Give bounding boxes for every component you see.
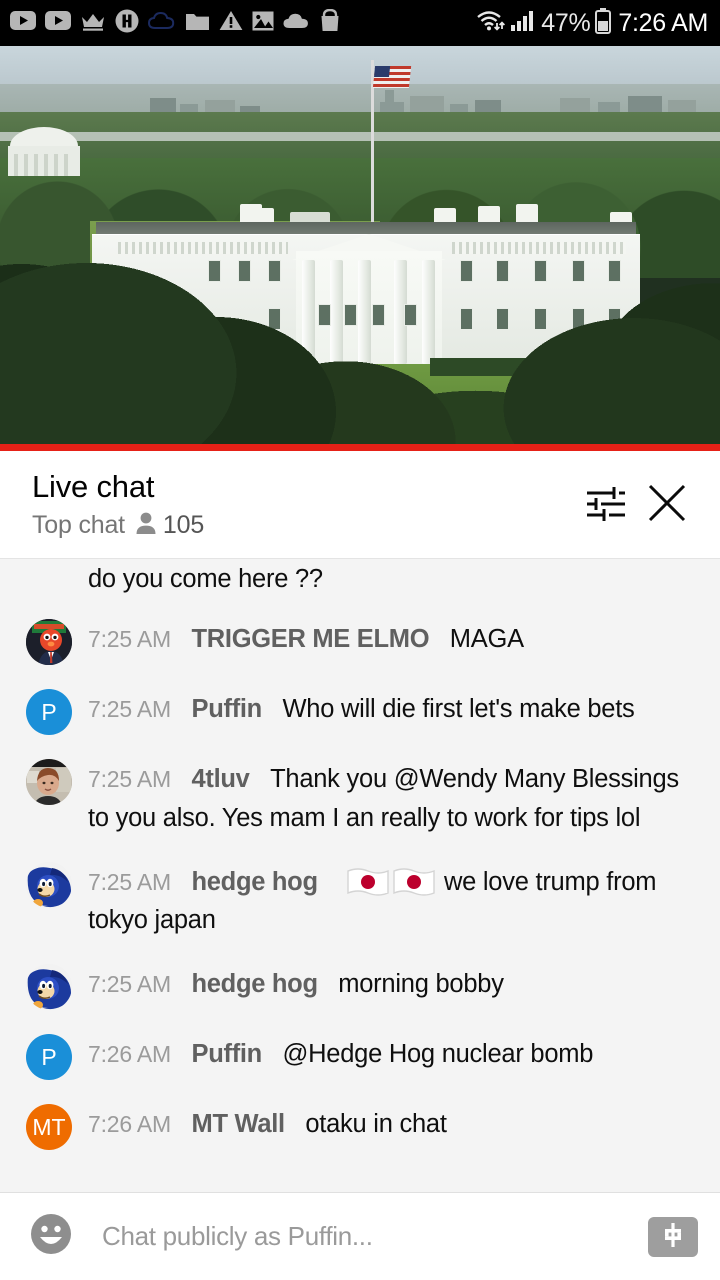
avatar[interactable] xyxy=(26,759,72,805)
crown-icon xyxy=(80,10,106,37)
japan-flag-emoji xyxy=(392,867,436,897)
video-player[interactable] xyxy=(0,46,720,451)
chat-message-author[interactable]: hedge hog xyxy=(192,868,319,896)
close-chat-button[interactable] xyxy=(636,474,698,536)
chat-message[interactable]: 7:25 AM hedge hog we love trump from tok… xyxy=(0,850,720,953)
chat-message-timestamp: 7:25 AM xyxy=(88,971,171,997)
live-chat-subheader: Top chat 105 xyxy=(32,511,574,540)
viewer-count-group: 105 xyxy=(135,511,204,540)
chat-settings-icon xyxy=(584,483,626,526)
viewer-count: 105 xyxy=(162,510,205,539)
android-status-bar: 47% 7:26 AM xyxy=(0,0,720,46)
chat-settings-button[interactable] xyxy=(574,474,636,536)
cloud-outline-icon xyxy=(147,11,176,36)
status-bar-clock: 7:26 AM xyxy=(618,8,708,37)
avatar[interactable]: MT xyxy=(26,1104,72,1150)
close-icon xyxy=(645,481,689,528)
cloud-filled-icon xyxy=(283,12,311,34)
chat-message-body: do you come here ?? xyxy=(88,559,702,599)
chat-message-author[interactable]: Puffin xyxy=(192,695,263,723)
youtube-icon xyxy=(45,11,71,35)
avatar-initials: P xyxy=(41,1043,57,1070)
chat-message-text: @Hedge Hog nuclear bomb xyxy=(282,1040,594,1068)
youtube-live-chat-screen: 47% 7:26 AM Live chat Top chat 105 do yo… xyxy=(0,0,720,1280)
chat-message-text: Thank you @Wendy Many Blessings to you a… xyxy=(88,765,679,832)
chat-message-timestamp: 7:26 AM xyxy=(88,1041,171,1067)
messenger-icon xyxy=(115,9,139,38)
battery-percent-label: 47% xyxy=(541,8,591,37)
photo-icon xyxy=(252,11,274,36)
avatar[interactable]: P xyxy=(26,689,72,735)
chat-message-author[interactable]: hedge hog xyxy=(192,970,319,998)
live-chat-header: Live chat Top chat 105 xyxy=(0,451,720,559)
japan-flag-emoji xyxy=(346,867,390,897)
chat-message-author[interactable]: Puffin xyxy=(192,1040,263,1068)
person-icon xyxy=(135,511,157,540)
balustrade xyxy=(118,242,288,254)
chat-message-text: morning bobby xyxy=(338,970,504,998)
chat-message-body: 7:25 AM TRIGGER ME ELMO MAGA xyxy=(88,619,702,659)
chat-message[interactable]: 7:25 AM 4tluv Thank you @Wendy Many Bles… xyxy=(0,747,720,850)
chat-message-author[interactable]: TRIGGER ME ELMO xyxy=(192,625,430,653)
video-progress-bar[interactable] xyxy=(0,444,720,451)
live-chat-header-titles: Live chat Top chat 105 xyxy=(32,469,574,540)
chat-message-body: 7:26 AM Puffin @Hedge Hog nuclear bomb xyxy=(88,1034,702,1074)
avatar[interactable] xyxy=(26,861,72,908)
chat-mode-label[interactable]: Top chat xyxy=(32,511,125,540)
chat-message-body: 7:25 AM hedge hog we love trump from tok… xyxy=(88,862,702,941)
folder-icon xyxy=(185,11,210,36)
live-chat-message-list[interactable]: do you come here ?? 7:25 AM TRIGGER ME E… xyxy=(0,559,720,1192)
avatar-placeholder xyxy=(26,559,72,605)
chat-message-body: 7:25 AM 4tluv Thank you @Wendy Many Bles… xyxy=(88,759,702,838)
shopping-bag-icon xyxy=(320,8,340,37)
chat-message-text: MAGA xyxy=(449,625,524,653)
live-chat-message-list-inner: do you come here ?? 7:25 AM TRIGGER ME E… xyxy=(0,559,720,1170)
chat-message[interactable]: 7:25 AM TRIGGER ME ELMO MAGA xyxy=(0,607,720,677)
chat-message-body: 7:26 AM MT Wall otaku in chat xyxy=(88,1104,702,1144)
chat-message-author[interactable]: MT Wall xyxy=(192,1110,286,1138)
youtube-icon xyxy=(10,11,36,35)
avatar-initials: MT xyxy=(32,1113,66,1140)
chat-message-partial[interactable]: do you come here ?? xyxy=(0,559,720,607)
chat-composer xyxy=(0,1192,720,1280)
chat-message[interactable]: MT 7:26 AM MT Wall otaku in chat xyxy=(0,1092,720,1162)
chat-message[interactable]: P 7:26 AM Puffin @Hedge Hog nuclear bomb xyxy=(0,1022,720,1092)
chat-message[interactable]: 7:25 AM hedge hog morning bobby xyxy=(0,952,720,1022)
foreground-trees xyxy=(0,256,720,451)
avatar-initials: P xyxy=(41,698,57,725)
chat-message-text: Who will die first let's make bets xyxy=(282,695,635,723)
page-title: Live chat xyxy=(32,469,155,505)
chat-message-text: do you come here ?? xyxy=(88,565,323,593)
super-chat-dollar-icon xyxy=(658,1220,688,1253)
chat-message-timestamp: 7:25 AM xyxy=(88,766,171,792)
emoji-smiley-icon[interactable] xyxy=(28,1211,74,1262)
cellular-signal-icon xyxy=(510,10,536,37)
balustrade xyxy=(452,242,626,254)
avatar[interactable]: P xyxy=(26,1034,72,1080)
chat-message-timestamp: 7:25 AM xyxy=(88,626,171,652)
status-bar-notification-icons xyxy=(10,8,475,38)
white-house-video-frame xyxy=(0,46,720,451)
super-chat-button[interactable] xyxy=(648,1216,698,1257)
jefferson-memorial xyxy=(0,124,114,182)
chat-message-timestamp: 7:25 AM xyxy=(88,868,171,895)
chat-message-body: 7:25 AM Puffin Who will die first let's … xyxy=(88,689,702,729)
chat-message[interactable]: P 7:25 AM Puffin Who will die first let'… xyxy=(0,677,720,747)
battery-icon xyxy=(595,7,612,39)
american-flag xyxy=(372,66,412,88)
chat-message-text: otaku in chat xyxy=(305,1110,447,1138)
chat-message-author[interactable]: 4tluv xyxy=(192,765,250,793)
chat-message-timestamp: 7:25 AM xyxy=(88,696,171,722)
chat-message-body: 7:25 AM hedge hog morning bobby xyxy=(88,964,702,1004)
chat-input[interactable] xyxy=(74,1221,648,1252)
avatar[interactable] xyxy=(26,619,72,665)
warning-triangle-icon xyxy=(219,10,243,36)
avatar[interactable] xyxy=(26,964,72,1010)
status-bar-system-icons: 47% 7:26 AM xyxy=(475,7,708,39)
wifi-icon xyxy=(475,9,506,38)
chat-message-timestamp: 7:26 AM xyxy=(88,1111,171,1137)
